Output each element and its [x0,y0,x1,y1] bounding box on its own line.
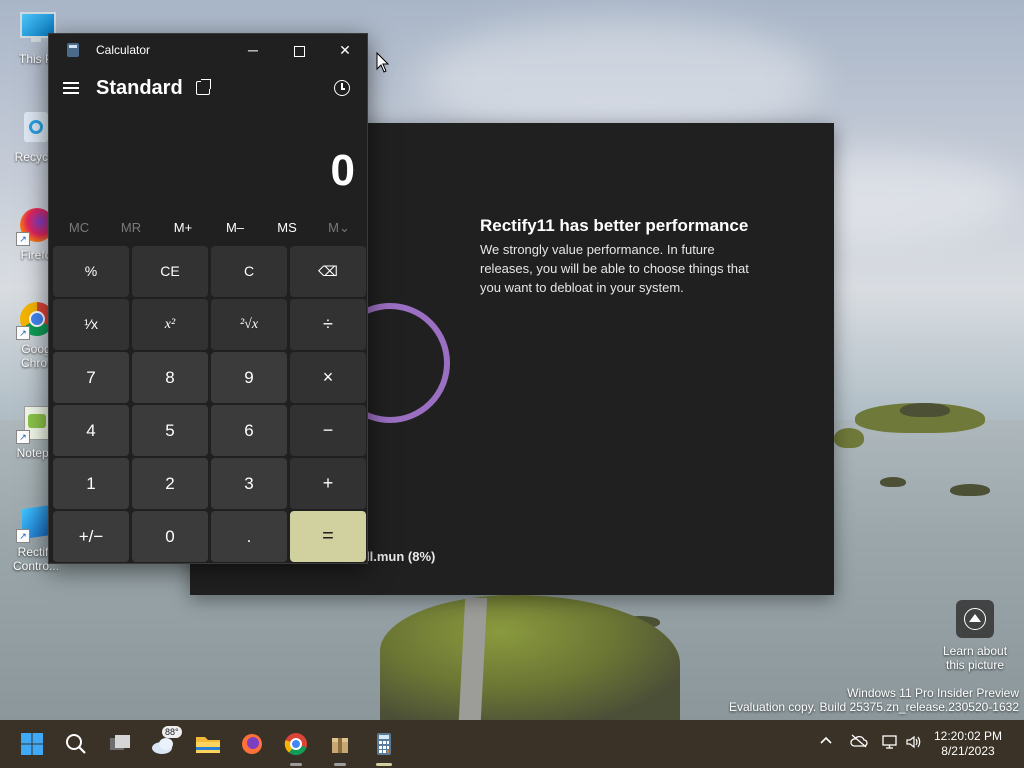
digit-0-button[interactable]: 0 [132,511,208,562]
camera-icon [956,600,994,638]
calculator-header: Standard [49,72,367,106]
firefox-taskbar-button[interactable] [236,728,268,760]
network-button[interactable] [881,734,899,753]
digit-3-button[interactable]: 3 [211,458,287,509]
rectify-taskbar-button[interactable] [324,728,356,766]
windows-logo-icon [21,733,43,755]
cloud-offline-icon [850,734,868,748]
percent-button[interactable]: % [53,246,129,297]
memory-add-button[interactable]: M+ [157,212,209,244]
task-view-icon [110,735,130,750]
minimize-button[interactable]: ─ [230,34,276,66]
multiply-button[interactable]: × [290,352,366,403]
calculator-icon [377,733,391,755]
calculator-window: Calculator ─ ✕ Standard 0 MC MR M+ M– MS… [48,33,368,564]
calculator-app-icon [67,43,79,57]
divide-button[interactable]: ÷ [290,299,366,350]
menu-icon[interactable] [63,82,79,94]
firefox-icon [242,734,262,754]
show-hidden-icons-button[interactable] [819,734,833,751]
digit-6-button[interactable]: 6 [211,405,287,456]
digit-8-button[interactable]: 8 [132,352,208,403]
result-display: 0 [330,146,355,195]
digit-2-button[interactable]: 2 [132,458,208,509]
build-watermark: Windows 11 Pro Insider Preview Evaluatio… [729,686,1019,714]
clock-date: 8/21/2023 [941,744,995,758]
clear-entry-button[interactable]: CE [132,246,208,297]
running-indicator [290,763,302,766]
start-button[interactable] [16,728,48,760]
memory-store-button[interactable]: MS [261,212,313,244]
weather-temperature: 88° [162,726,182,738]
memory-clear-button[interactable]: MC [53,212,105,244]
memory-row: MC MR M+ M– MS M⌄ [53,212,365,244]
digit-7-button[interactable]: 7 [53,352,129,403]
negate-button[interactable]: +/− [53,511,129,562]
digit-9-button[interactable]: 9 [211,352,287,403]
chrome-icon [284,733,307,756]
keypad: % CE C ⌫ ¹⁄x x² ²√x ÷ 7 8 9 × 4 5 6 − 1 … [53,246,366,562]
close-button[interactable]: ✕ [322,34,368,66]
volume-button[interactable] [905,734,923,753]
search-icon [66,734,86,754]
taskbar: 88° 12:20:02 PM 8/21/2023 [0,720,1024,768]
square-root-button[interactable]: ²√x [211,299,287,350]
plus-button[interactable]: + [290,458,366,509]
mouse-cursor-icon [376,52,390,73]
file-explorer-button[interactable] [192,728,224,760]
chevron-up-icon [820,736,832,744]
search-button[interactable] [60,728,92,760]
installer-box-icon [332,738,348,753]
clear-button[interactable]: C [211,246,287,297]
memory-list-button[interactable]: M⌄ [313,212,365,244]
onedrive-button[interactable] [850,734,868,751]
memory-subtract-button[interactable]: M– [209,212,261,244]
history-icon[interactable] [334,80,350,96]
minus-button[interactable]: − [290,405,366,456]
digit-4-button[interactable]: 4 [53,405,129,456]
reciprocal-button[interactable]: ¹⁄x [53,299,129,350]
active-indicator [376,763,392,766]
backspace-button[interactable]: ⌫ [290,246,366,297]
mode-title: Standard [96,77,183,99]
rectify-heading: Rectify11 has better performance [480,216,749,235]
equals-button[interactable]: = [290,511,366,562]
digit-5-button[interactable]: 5 [132,405,208,456]
keep-on-top-icon[interactable] [196,79,211,95]
calculator-taskbar-button[interactable] [368,728,400,766]
calculator-titlebar[interactable]: Calculator ─ ✕ [49,34,367,66]
memory-recall-button[interactable]: MR [105,212,157,244]
maximize-button[interactable] [276,34,322,66]
clock[interactable]: 12:20:02 PM 8/21/2023 [928,729,1008,759]
clock-time: 12:20:02 PM [933,729,1003,743]
chrome-taskbar-button[interactable] [280,728,312,766]
square-button[interactable]: x² [132,299,208,350]
speaker-icon [906,735,921,749]
learn-about-picture[interactable]: Learn about this picture [930,600,1020,672]
install-progress-text: ll.mun (8%) [366,549,436,564]
task-view-button[interactable] [104,728,136,760]
window-title: Calculator [96,43,151,57]
weather-widget[interactable]: 88° [148,726,182,760]
decimal-button[interactable]: . [211,511,287,562]
folder-icon [196,737,220,753]
rectify-description: We strongly value performance. In future… [480,242,749,295]
digit-1-button[interactable]: 1 [53,458,129,509]
running-indicator [334,763,346,766]
network-icon [882,735,897,749]
